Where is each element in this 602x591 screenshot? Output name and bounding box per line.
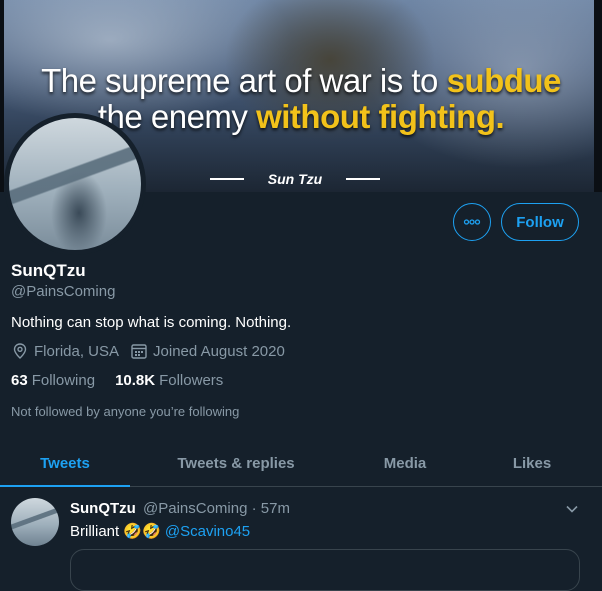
tweet-separator: · — [251, 500, 257, 517]
tab-tweets[interactable]: Tweets — [0, 440, 130, 487]
following-count: 63 — [11, 372, 28, 389]
followers-count: 10.8K — [115, 372, 156, 389]
following-link[interactable]: 63 Following — [11, 372, 95, 389]
follow-button[interactable]: Follow — [501, 203, 579, 241]
profile-tabs: Tweets Tweets & replies Media Likes — [0, 440, 602, 487]
more-options-button[interactable] — [453, 203, 491, 241]
avatar-image — [9, 118, 141, 250]
tab-label: Tweets & replies — [177, 454, 295, 472]
followed-by-note: Not followed by anyone you’re following — [11, 404, 240, 419]
tweet-mention[interactable]: @Scavino45 — [165, 523, 250, 540]
dash-divider — [346, 178, 380, 180]
chevron-down-icon[interactable] — [565, 502, 579, 516]
tweet-item[interactable]: SunQTzu @PainsComing · 57m Brilliant 🤣🤣 … — [0, 487, 602, 591]
tweet-author-name[interactable]: SunQTzu — [70, 500, 136, 517]
tweet-media-card[interactable] — [70, 549, 580, 591]
tweet-header: SunQTzu @PainsComing · 57m — [70, 500, 290, 517]
tweet-avatar[interactable] — [11, 498, 59, 546]
banner-quote-line1: The supreme art of war is to subdue — [41, 62, 561, 99]
calendar-icon — [131, 344, 147, 359]
tab-likes[interactable]: Likes — [482, 440, 582, 486]
tab-label: Media — [383, 454, 427, 472]
tweet-text: Brilliant 🤣🤣 @Scavino45 — [70, 522, 250, 540]
profile-avatar[interactable] — [4, 113, 146, 255]
tweet-author-handle[interactable]: @PainsComing — [143, 500, 247, 517]
dash-divider — [210, 178, 244, 180]
banner-author: Sun Tzu — [267, 171, 323, 187]
profile-meta: Florida, USA Joined August 2020 — [11, 342, 285, 360]
tab-tweets-and-replies[interactable]: Tweets & replies — [152, 440, 320, 486]
tweet-time[interactable]: 57m — [261, 500, 290, 517]
profile-joined: Joined August 2020 — [153, 342, 285, 360]
banner-author-row: Sun Tzu — [210, 170, 380, 188]
profile-handle: @PainsComing — [11, 283, 116, 300]
more-icon — [463, 219, 481, 225]
location-icon — [13, 343, 27, 359]
tab-media[interactable]: Media — [350, 440, 460, 486]
tab-label: Likes — [512, 454, 552, 472]
profile-location: Florida, USA — [34, 342, 120, 360]
profile-name: SunQTzu — [11, 261, 86, 280]
tweet-body: Brilliant 🤣🤣 — [70, 523, 161, 540]
followers-link[interactable]: 10.8K Followers — [115, 372, 223, 389]
following-label: Following — [31, 372, 96, 389]
tab-label: Tweets — [40, 454, 90, 472]
follow-counts: 63 Following 10.8K Followers — [11, 372, 223, 389]
profile-bio: Nothing can stop what is coming. Nothing… — [11, 314, 292, 331]
followers-label: Followers — [159, 372, 224, 389]
